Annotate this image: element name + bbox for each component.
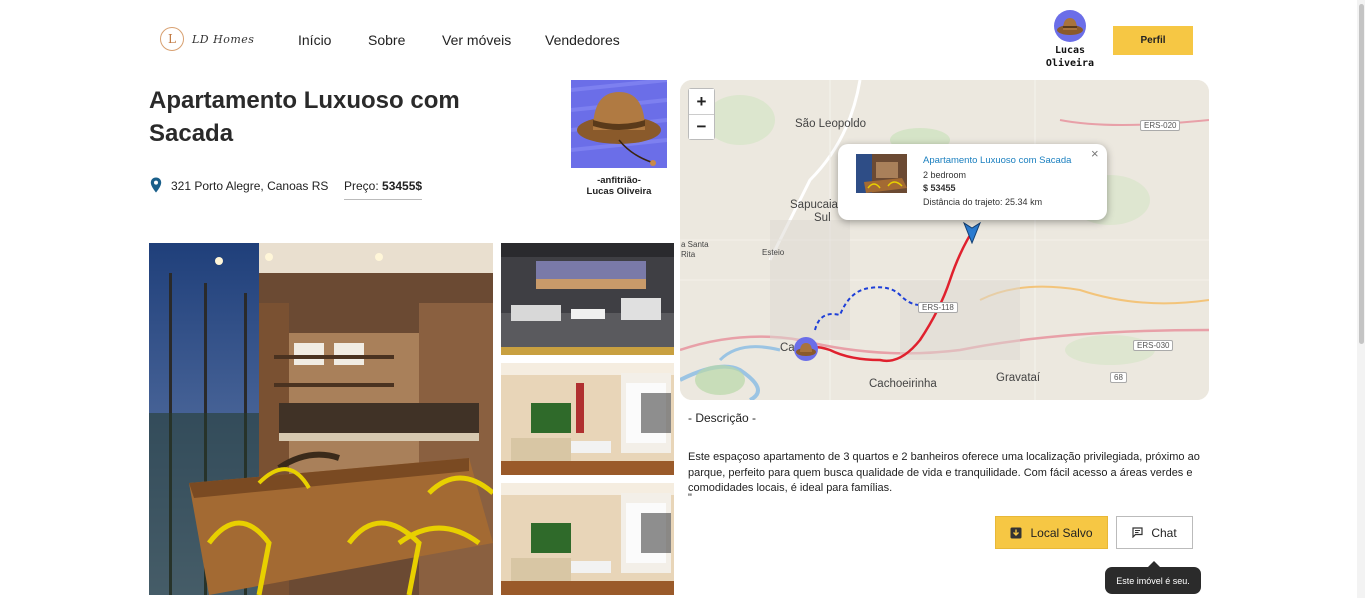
destination-marker-icon[interactable] bbox=[963, 222, 981, 244]
room-photo bbox=[501, 363, 674, 475]
host-photo[interactable] bbox=[571, 80, 667, 168]
close-icon[interactable]: × bbox=[1091, 146, 1099, 161]
description-text: Este espaçoso apartamento de 3 quartos e… bbox=[688, 451, 1200, 494]
description-heading: - Descrição - bbox=[688, 411, 757, 425]
popup-price: $ 53455 bbox=[923, 183, 956, 193]
address: 321 Porto Alegre, Canoas RS bbox=[171, 179, 329, 193]
user-name: Lucas Oliveira bbox=[1045, 45, 1095, 69]
price-value: 53455$ bbox=[382, 179, 423, 193]
saved-location-label: Local Salvo bbox=[1030, 525, 1093, 540]
saved-location-button[interactable]: Local Salvo bbox=[995, 516, 1108, 549]
nav-vendedores[interactable]: Vendedores bbox=[545, 32, 620, 48]
balcony-thumb bbox=[856, 154, 907, 193]
host-label: -anfitrião- Lucas Oliveira bbox=[560, 175, 678, 197]
user-avatar[interactable] bbox=[1054, 10, 1086, 42]
chat-icon bbox=[1132, 527, 1143, 538]
map-label-canoas: Ca bbox=[780, 342, 795, 354]
road-badge: ERS-020 bbox=[1140, 120, 1181, 131]
map[interactable] bbox=[680, 80, 1209, 400]
map-label-sao-leopoldo: São Leopoldo bbox=[795, 118, 866, 130]
zoom-control: + − bbox=[688, 88, 715, 140]
nav-inicio[interactable]: Início bbox=[298, 32, 331, 48]
road-badge: 68 bbox=[1110, 372, 1127, 383]
download-icon bbox=[1010, 527, 1022, 538]
nav-ver-moveis[interactable]: Ver móveis bbox=[442, 32, 511, 48]
map-label-esteio: Esteio bbox=[762, 248, 785, 257]
thumb-photo-living-room[interactable] bbox=[501, 243, 674, 355]
map-label-gravatai: Gravataí bbox=[996, 372, 1041, 384]
hat-icon bbox=[1057, 18, 1083, 35]
price: Preço: 53455$ bbox=[344, 179, 423, 200]
road-badge: ERS-030 bbox=[1133, 340, 1174, 351]
map-label-sul: Sul bbox=[814, 212, 831, 224]
popup-title-link[interactable]: Apartamento Luxuoso com Sacada bbox=[923, 155, 1071, 166]
price-label: Preço: bbox=[344, 179, 379, 193]
hat-icon bbox=[796, 343, 816, 356]
owner-tooltip: Este imóvel é seu. bbox=[1105, 561, 1201, 594]
main-photo[interactable] bbox=[149, 243, 493, 595]
map-label-rita: Rita bbox=[681, 250, 696, 259]
map-label-cachoeirinha: Cachoeirinha bbox=[869, 378, 937, 390]
host-name: Lucas Oliveira bbox=[586, 186, 652, 197]
location-pin-icon bbox=[150, 177, 162, 193]
description-trailing: " bbox=[688, 492, 692, 504]
hat-icon bbox=[571, 80, 667, 168]
user-location-marker[interactable] bbox=[794, 337, 818, 361]
popup-thumbnail[interactable] bbox=[856, 154, 907, 193]
profile-button[interactable]: Perfil bbox=[1113, 26, 1193, 55]
zoom-out-button[interactable]: − bbox=[689, 114, 714, 139]
map-label-sapucaia: Sapucaia bbox=[790, 199, 838, 211]
balcony-photo bbox=[149, 243, 493, 595]
thumb-photo-room[interactable] bbox=[501, 363, 674, 475]
logo-icon[interactable]: L bbox=[160, 27, 184, 51]
zoom-in-button[interactable]: + bbox=[689, 89, 714, 114]
listing-title: Apartamento Luxuoso com Sacada bbox=[149, 87, 460, 147]
room-photo-2 bbox=[501, 483, 674, 595]
nav-sobre[interactable]: Sobre bbox=[368, 32, 405, 48]
road-badge: ERS-118 bbox=[918, 302, 958, 313]
chat-label: Chat bbox=[1151, 525, 1177, 540]
map-tiles bbox=[680, 80, 1209, 400]
popup-distance: Distância do trajeto: 25.34 km bbox=[923, 197, 1043, 207]
popup-bedrooms: 2 bedroom bbox=[923, 170, 967, 180]
chat-button[interactable]: Chat bbox=[1116, 516, 1193, 549]
map-label-santa: a Santa bbox=[681, 240, 709, 249]
host-role: -anfitrião- bbox=[597, 175, 641, 186]
living-room-photo bbox=[501, 243, 674, 355]
logo-text[interactable]: LD Homes bbox=[192, 33, 254, 46]
thumb-photo-room-2[interactable] bbox=[501, 483, 674, 595]
scrollbar-thumb[interactable] bbox=[1359, 4, 1364, 344]
